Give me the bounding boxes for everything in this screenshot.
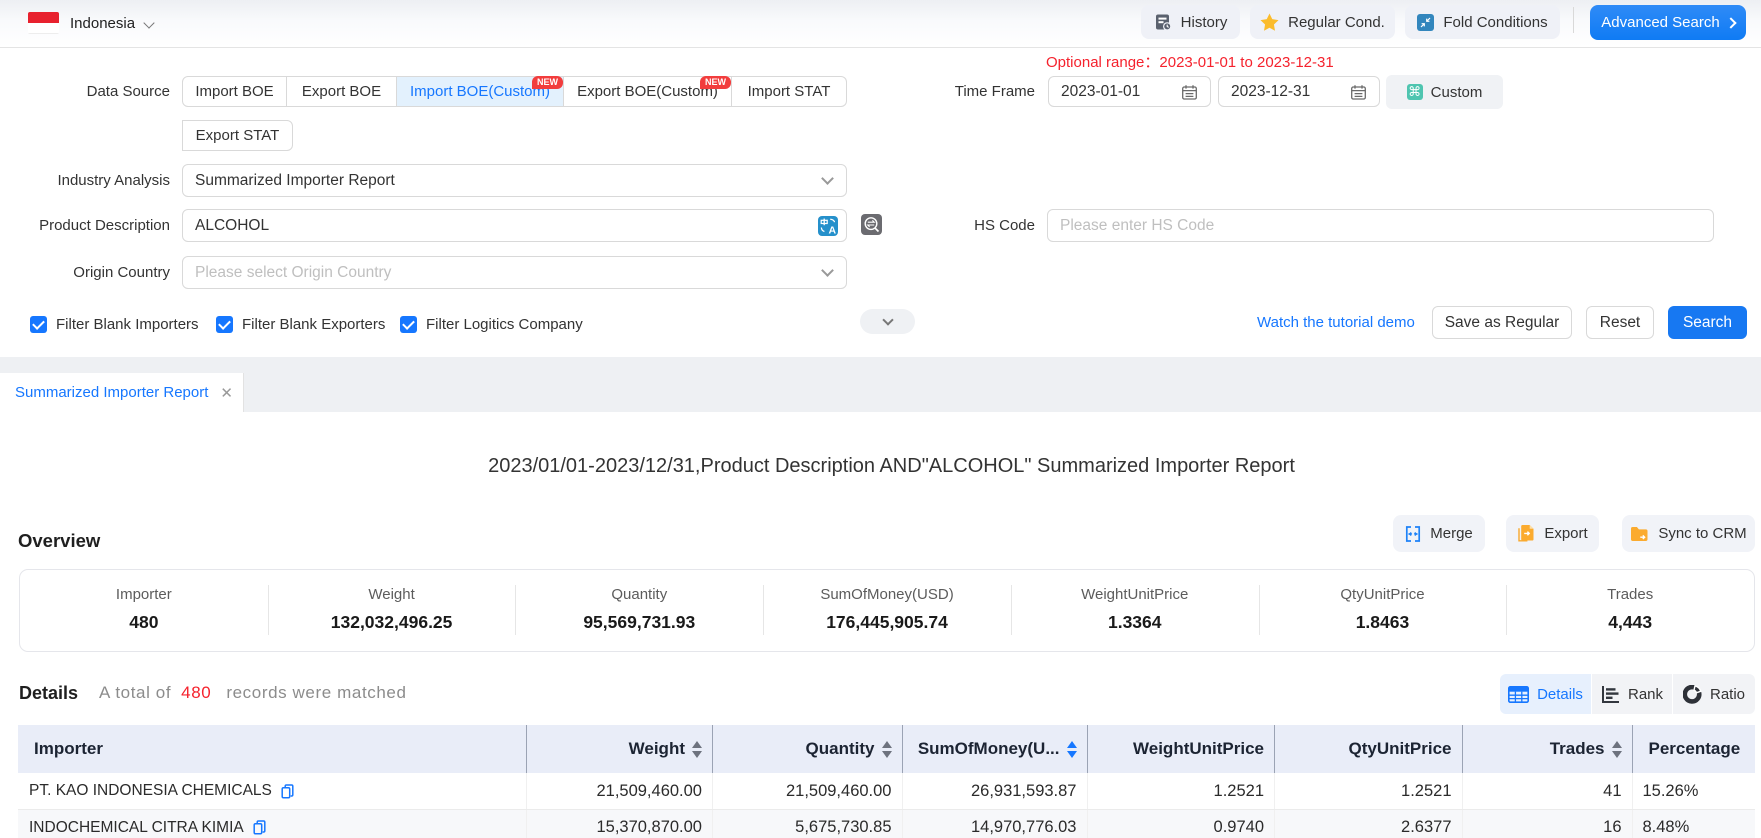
svg-text:A: A <box>829 225 837 237</box>
